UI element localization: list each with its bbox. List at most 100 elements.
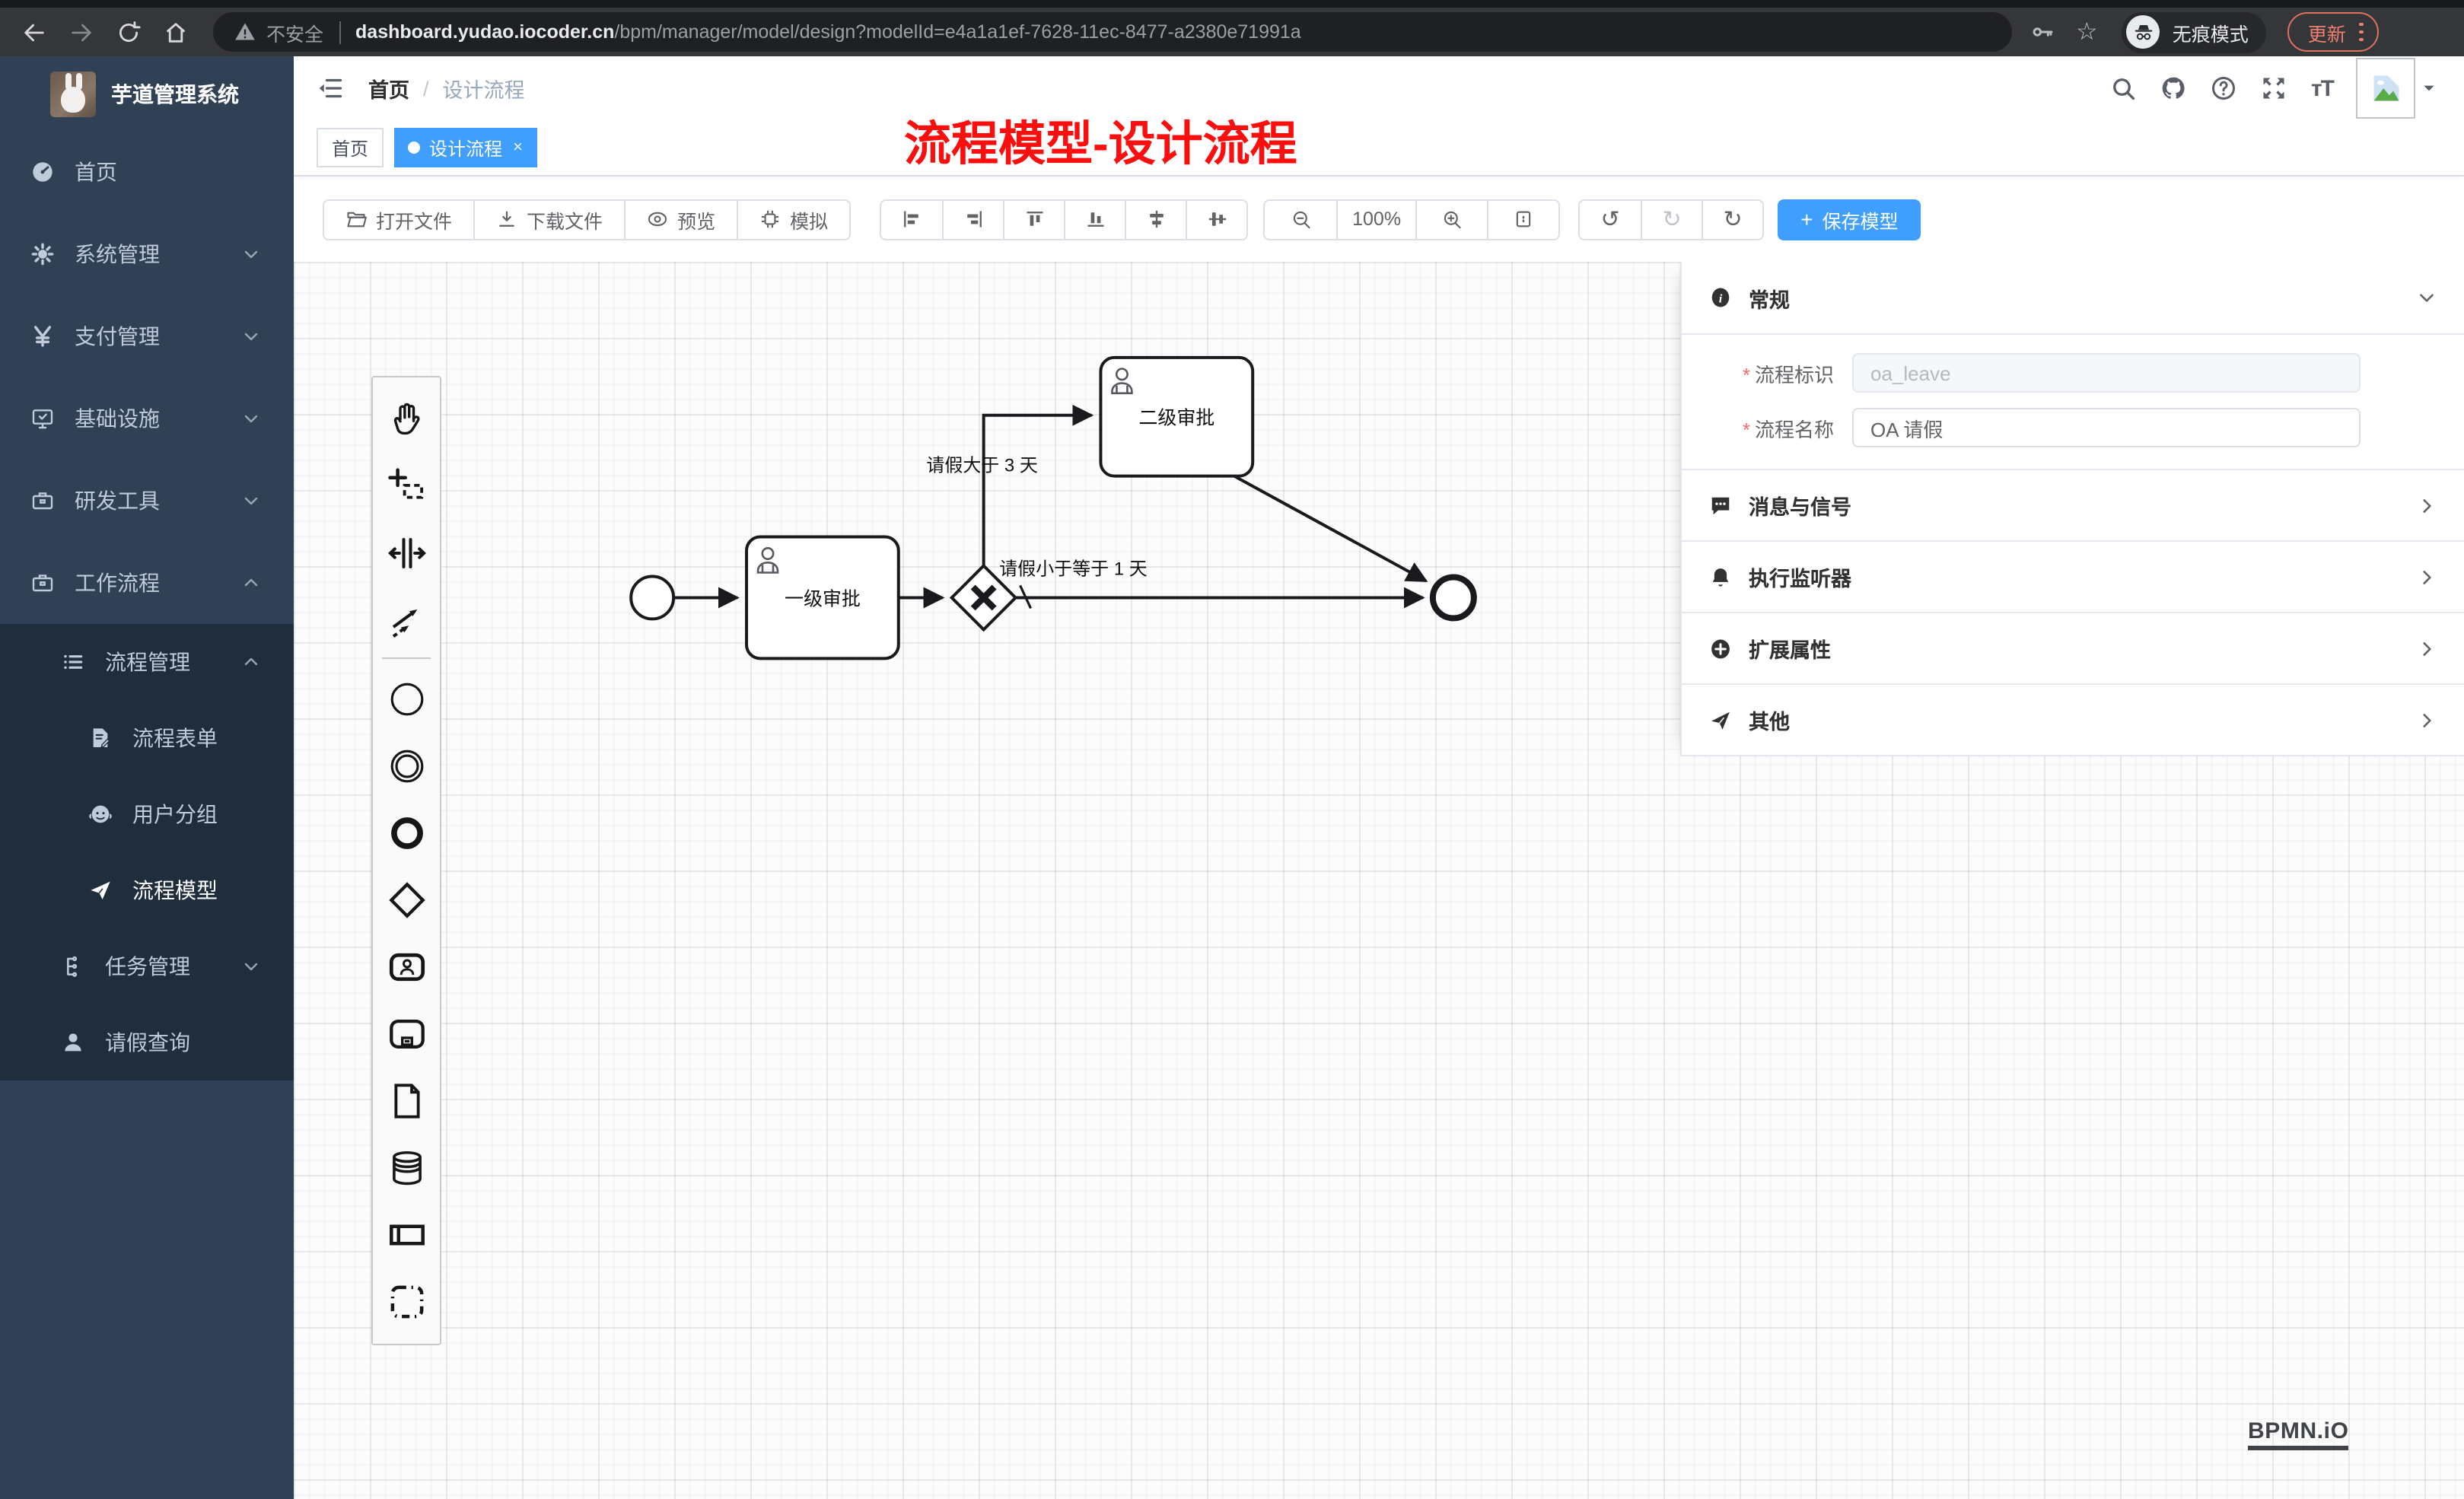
section-general[interactable]: i 常规 <box>1682 262 2464 333</box>
sidebar-item-process-model[interactable]: 流程模型 <box>0 852 294 928</box>
sidebar-item-infra[interactable]: 基础设施 <box>0 377 294 460</box>
key-icon[interactable] <box>2030 20 2055 44</box>
app-logo-row[interactable]: 芋道管理系统 <box>0 56 294 131</box>
section-other[interactable]: 其他 <box>1682 683 2464 755</box>
gateway-entry[interactable] <box>373 866 440 933</box>
data-store-entry[interactable] <box>373 1134 440 1201</box>
gear-icon <box>30 242 55 266</box>
download-file-button[interactable]: 下载文件 <box>473 200 624 238</box>
align-right-button[interactable] <box>942 200 1003 238</box>
tag-design-process[interactable]: 设计流程 × <box>394 128 538 167</box>
reload-icon[interactable] <box>116 19 142 45</box>
undo-button[interactable]: ↺ <box>1580 200 1641 238</box>
user-task-node-1[interactable]: 一级审批 <box>747 537 899 659</box>
search-icon[interactable] <box>2110 75 2138 102</box>
process-name-input[interactable] <box>1852 408 2361 447</box>
edge-label-gt3[interactable]: 请假大于 3 天 <box>926 456 1038 476</box>
close-icon[interactable]: × <box>513 138 523 157</box>
flow-task2-end[interactable] <box>1231 475 1426 581</box>
fullscreen-icon[interactable] <box>2261 75 2288 102</box>
zoom-reset-button[interactable] <box>1487 200 1558 238</box>
global-connect-tool[interactable] <box>373 586 440 653</box>
sidebar-item-home[interactable]: 首页 <box>0 131 294 213</box>
align-center-button[interactable] <box>1186 200 1246 238</box>
start-event-node[interactable] <box>631 576 673 619</box>
plus-icon: + <box>1800 207 1813 231</box>
flow-gateway-task2[interactable] <box>984 415 1092 566</box>
security-label[interactable]: 不安全 <box>266 18 323 46</box>
process-key-input[interactable] <box>1852 353 2361 393</box>
breadcrumb-home[interactable]: 首页 <box>368 73 409 103</box>
sidebar-item-user-group[interactable]: 用户分组 <box>0 776 294 852</box>
url-bar[interactable]: 不安全 dashboard.yudao.iocoder.cn/bpm/manag… <box>213 12 2012 52</box>
section-listeners[interactable]: 执行监听器 <box>1682 540 2464 612</box>
align-top-button[interactable] <box>1003 200 1064 238</box>
sidebar-item-system[interactable]: 系统管理 <box>0 213 294 295</box>
sidebar-item-payment[interactable]: 支付管理 <box>0 295 294 377</box>
end-event-entry[interactable] <box>373 799 440 866</box>
screen: 不安全 dashboard.yudao.iocoder.cn/bpm/manag… <box>0 0 2464 1499</box>
section-title: 常规 <box>1749 282 1790 313</box>
sidebar-item-process-form[interactable]: 流程表单 <box>0 700 294 776</box>
caret-down-icon[interactable] <box>2421 81 2437 96</box>
avatar[interactable] <box>2356 58 2415 119</box>
space-tool[interactable] <box>373 519 440 586</box>
edge-label-le1[interactable]: 请假小于等于 1 天 <box>999 559 1147 579</box>
hand-tool[interactable] <box>373 385 440 452</box>
info-icon: i <box>1709 286 1732 309</box>
preview-button[interactable]: 预览 <box>624 200 737 238</box>
section-extended-attrs[interactable]: 扩展属性 <box>1682 612 2464 683</box>
user-task-node-2[interactable]: 二级审批 <box>1100 358 1253 476</box>
home-icon[interactable] <box>163 19 189 45</box>
sidebar-item-label: 研发工具 <box>75 485 160 516</box>
back-icon[interactable] <box>21 19 47 45</box>
align-middle-button[interactable] <box>1125 200 1186 238</box>
intermediate-event-entry[interactable] <box>373 732 440 799</box>
open-file-button[interactable]: 打开文件 <box>324 200 473 238</box>
chevron-down-icon <box>242 409 260 428</box>
window-top-strip <box>0 0 2464 8</box>
bpmn-io-watermark[interactable]: BPMN.iO <box>2248 1418 2349 1450</box>
help-icon[interactable] <box>2211 75 2238 102</box>
update-button[interactable]: 更新 <box>2288 12 2379 52</box>
properties-panel: i 常规 *流程标识 *流程名称 <box>1680 262 2464 756</box>
sidebar-item-process-mgmt[interactable]: 流程管理 <box>0 624 294 700</box>
sidebar-item-devtools[interactable]: 研发工具 <box>0 460 294 542</box>
tag-label: 首页 <box>332 135 368 161</box>
forward-icon[interactable] <box>68 19 94 45</box>
zoom-out-button[interactable] <box>1265 200 1336 238</box>
users-icon <box>88 802 113 826</box>
sidebar-item-workflow[interactable]: 工作流程 <box>0 542 294 624</box>
sidebar-item-task-mgmt[interactable]: 任务管理 <box>0 928 294 1004</box>
sidebar-item-leave-query[interactable]: 请假查询 <box>0 1004 294 1080</box>
restart-button[interactable]: ↻ <box>1702 200 1762 238</box>
zoom-in-button[interactable] <box>1415 200 1487 238</box>
data-object-entry[interactable] <box>373 1067 440 1134</box>
briefcase-icon <box>30 489 55 513</box>
redo-button[interactable]: ↻ <box>1641 200 1702 238</box>
end-event-node[interactable] <box>1433 577 1474 618</box>
bookmark-star-icon[interactable]: ☆ <box>2076 17 2098 47</box>
bpmn-canvas[interactable]: 一级审批 二级审批 <box>294 262 2464 1499</box>
github-icon[interactable] <box>2160 75 2188 102</box>
simulate-button[interactable]: 模拟 <box>737 200 849 238</box>
sidebar-fold-icon[interactable] <box>317 75 344 102</box>
start-event-entry[interactable] <box>373 665 440 732</box>
section-messages[interactable]: 消息与信号 <box>1682 469 2464 540</box>
align-center-icon <box>1206 208 1227 230</box>
lasso-tool[interactable] <box>373 452 440 519</box>
participant-entry[interactable] <box>373 1201 440 1268</box>
subprocess-entry[interactable] <box>373 1000 440 1067</box>
button-label: 打开文件 <box>376 205 452 234</box>
tag-home[interactable]: 首页 <box>317 128 384 167</box>
browser-menu-icon[interactable] <box>2360 22 2364 42</box>
align-bottom-button[interactable] <box>1064 200 1125 238</box>
undo-icon: ↺ <box>1601 208 1620 231</box>
user-task-entry[interactable] <box>373 933 440 1000</box>
zoom-value: 100% <box>1352 208 1401 230</box>
save-model-button[interactable]: + 保存模型 <box>1778 199 1921 240</box>
align-left-button[interactable] <box>881 200 942 238</box>
group-entry[interactable] <box>373 1268 440 1335</box>
font-size-icon[interactable]: тT <box>2311 75 2333 101</box>
sidebar: 芋道管理系统 首页 系统管理 支付管理 <box>0 56 294 1499</box>
